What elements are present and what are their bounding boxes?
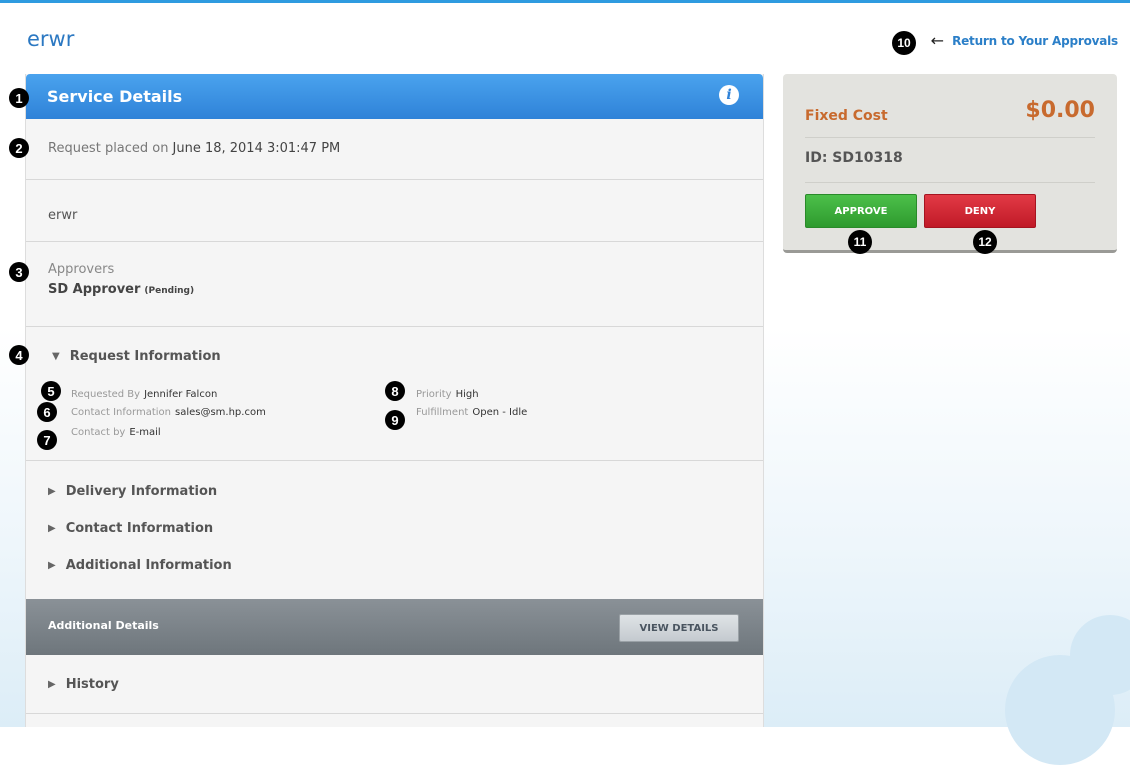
deny-button[interactable]: DENY <box>924 194 1036 228</box>
requested-by-value: Jennifer Falcon <box>144 389 218 400</box>
contact-information-value: sales@sm.hp.com <box>174 407 266 418</box>
requested-by-label: Requested By <box>71 389 141 400</box>
approvers-label: Approvers <box>48 262 115 277</box>
callout-badge-10: 10 <box>892 31 916 55</box>
request-placed-label: Request placed on <box>48 141 169 156</box>
callout-badge-4: 4 <box>9 345 29 365</box>
contact-by-field: Contact by E-mail <box>71 427 161 438</box>
callout-badge-12: 12 <box>973 230 997 254</box>
caret-right-icon: ▶ <box>48 560 56 571</box>
contact-information-toggle[interactable]: ▶ Contact Information <box>48 521 213 536</box>
request-placed-row: Request placed on June 18, 2014 3:01:47 P… <box>26 119 763 180</box>
contact-information-field: Contact Information sales@sm.hp.com <box>71 407 266 418</box>
cost-card: Fixed Cost $0.00 ID: SD10318 APPROVE DEN… <box>783 74 1117 253</box>
info-icon[interactable]: i <box>719 85 739 105</box>
request-placed-date: June 18, 2014 3:01:47 PM <box>172 141 341 156</box>
view-details-button[interactable]: VIEW DETAILS <box>619 614 739 642</box>
history-row: ▶ History <box>26 656 763 714</box>
delivery-information-toggle[interactable]: ▶ Delivery Information <box>48 484 217 499</box>
caret-right-icon: ▶ <box>48 523 56 534</box>
caret-right-icon: ▶ <box>48 486 56 497</box>
approver-status: (Pending) <box>144 286 195 296</box>
return-nav[interactable]: ← Return to Your Approvals <box>930 31 1119 50</box>
callout-badge-8: 8 <box>385 381 405 401</box>
approver-entry: SD Approver (Pending) <box>48 282 194 297</box>
request-information-title: Request Information <box>69 349 221 364</box>
priority-value: High <box>455 389 479 400</box>
request-description: erwr <box>48 208 78 223</box>
callout-badge-9: 9 <box>385 410 405 430</box>
contact-information-label: Contact Information <box>71 407 171 418</box>
service-details-header: Service Details i <box>26 74 763 119</box>
fulfillment-label: Fulfillment <box>416 407 469 418</box>
arrow-left-icon: ← <box>930 31 945 50</box>
callout-badge-6: 6 <box>37 402 57 422</box>
approve-button[interactable]: APPROVE <box>805 194 917 228</box>
callout-badge-2: 2 <box>9 138 29 158</box>
request-id: ID: SD10318 <box>805 150 903 166</box>
request-information-toggle[interactable]: ▼ Request Information <box>52 349 221 364</box>
fixed-cost-value: $0.00 <box>1025 98 1095 123</box>
priority-field: Priority High <box>416 389 479 400</box>
contact-information-title: Contact Information <box>65 521 214 536</box>
additional-details-title: Additional Details <box>48 619 159 632</box>
contact-by-label: Contact by <box>71 427 126 438</box>
description-row: erwr <box>26 180 763 242</box>
additional-information-title: Additional Information <box>65 558 232 573</box>
additional-details-bar: Additional Details VIEW DETAILS <box>26 599 763 655</box>
requested-by-field: Requested By Jennifer Falcon <box>71 389 217 400</box>
fulfillment-value: Open - Idle <box>472 407 528 418</box>
history-toggle[interactable]: ▶ History <box>48 677 119 692</box>
callout-badge-3: 3 <box>9 262 29 282</box>
fixed-cost-label: Fixed Cost <box>805 108 888 124</box>
callout-badge-1: 1 <box>9 88 29 108</box>
divider <box>805 182 1095 183</box>
top-accent-line <box>0 0 1130 3</box>
page-title: erwr <box>27 27 75 51</box>
callout-badge-5: 5 <box>41 381 61 401</box>
caret-right-icon: ▶ <box>48 679 56 690</box>
contact-by-value: E-mail <box>129 427 161 438</box>
return-to-approvals-link[interactable]: Return to Your Approvals <box>952 34 1118 48</box>
delivery-information-title: Delivery Information <box>65 484 218 499</box>
divider <box>805 137 1095 138</box>
callout-badge-11: 11 <box>848 230 872 254</box>
priority-label: Priority <box>416 389 452 400</box>
request-placed-text: Request placed on June 18, 2014 3:01:47 P… <box>48 141 340 156</box>
approvers-row: Approvers SD Approver (Pending) <box>26 242 763 327</box>
service-details-title: Service Details <box>47 87 183 106</box>
fulfillment-field: Fulfillment Open - Idle <box>416 407 527 418</box>
caret-down-icon: ▼ <box>52 351 60 362</box>
approver-name: SD Approver <box>48 282 141 297</box>
callout-badge-7: 7 <box>37 430 57 450</box>
additional-information-toggle[interactable]: ▶ Additional Information <box>48 558 232 573</box>
history-title: History <box>65 677 119 692</box>
